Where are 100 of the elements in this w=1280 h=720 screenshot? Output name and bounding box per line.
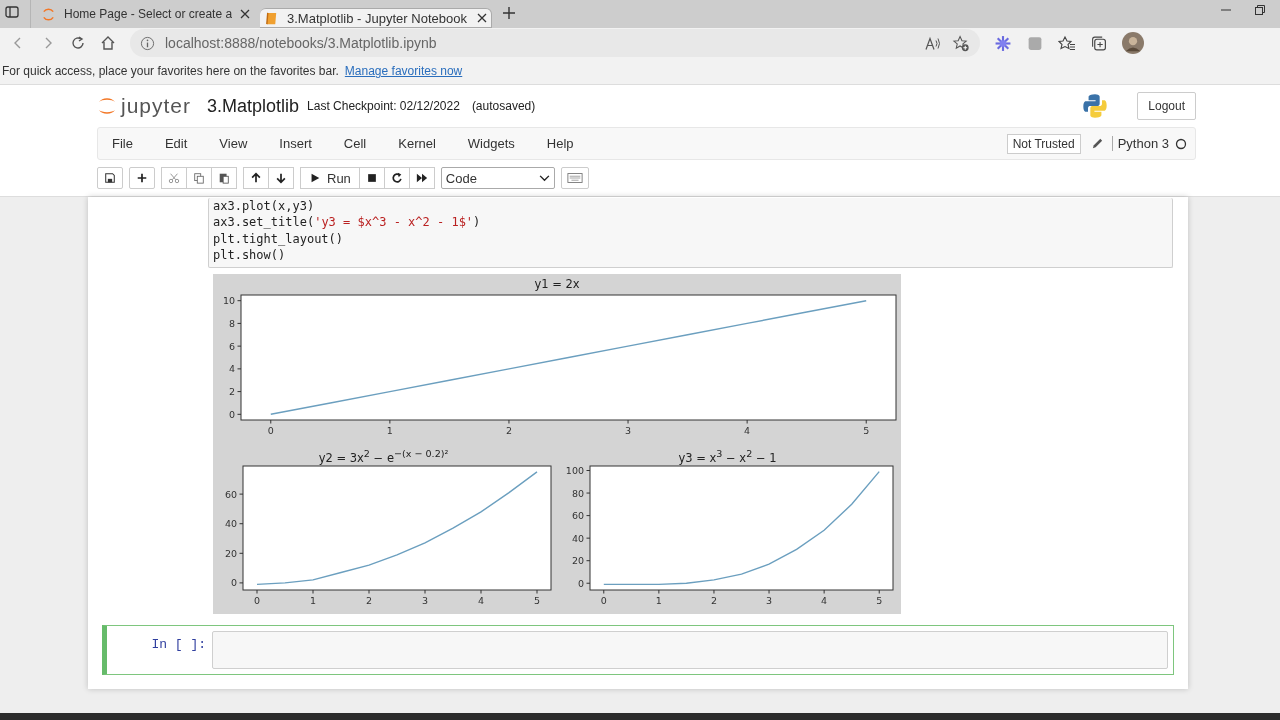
notebook-name[interactable]: 3.Matplotlib [207,95,300,117]
sparkle-icon[interactable] [994,34,1012,52]
tick-label: 3 [765,595,772,607]
clipboard-icon [218,172,230,185]
manage-favorites-link[interactable]: Manage favorites now [344,64,463,79]
collections-icon[interactable] [1090,34,1108,52]
new-tab-icon[interactable] [502,6,516,20]
menu-item[interactable]: View [219,136,248,152]
checkpoint-status: Last Checkpoint: 02/12/2022 [307,99,460,114]
tick-label: 6 [228,340,235,352]
menu-item[interactable]: Kernel [398,136,436,152]
tick-label: 1 [386,425,393,437]
close-icon[interactable] [477,13,487,23]
profile-avatar[interactable] [1122,32,1144,55]
tick-label: 60 [224,488,237,500]
arrow-up-icon [250,172,262,185]
tick-label: 8 [228,318,235,330]
menu-item[interactable]: Insert [279,136,312,152]
tab-actions-icon[interactable] [4,4,20,20]
logout-button[interactable]: Logout [1137,92,1196,121]
kernel-idle-icon [1175,137,1187,150]
menu-item[interactable]: File [112,136,133,152]
paste-button[interactable] [211,167,237,190]
tick-label: 0 [228,409,235,421]
selected-cell[interactable]: In [ ]: [102,625,1174,676]
restart-icon [390,172,403,185]
tick-label: 100 [565,465,584,477]
keyboard-button[interactable] [560,167,589,190]
info-icon [140,35,155,51]
kernel-name: Python 3 [1111,136,1169,152]
tick-label: 5 [863,425,870,437]
arrow-down-icon [275,172,287,185]
tick-label: 1 [655,595,662,607]
input-prompt: In [ ]: [151,637,206,653]
restart-button[interactable] [383,167,410,190]
not-trusted-button[interactable]: Not Trusted [1006,133,1081,154]
save-icon [104,172,116,185]
save-button[interactable] [97,167,123,190]
tick-label: 0 [253,595,260,607]
favorites-icon[interactable] [1058,34,1076,52]
close-icon[interactable] [240,9,250,19]
tick-label: 0 [230,577,237,589]
tick-label: 3 [421,595,428,607]
tick-label: 20 [571,555,584,567]
menu-item[interactable]: Cell [343,136,367,152]
chart-title: y1 = 2x [534,276,580,293]
plus-icon [136,172,148,185]
tick-label: 3 [625,425,632,437]
cell-type-select[interactable]: Code [440,167,555,190]
code-editor[interactable]: ax3.plot(x,y3) ax3.set_title('y3 = $x^3 - x^2 - 1$') plt.tight_layout() plt.show() [208,198,1173,269]
home-icon[interactable] [100,35,116,52]
tick-label: 4 [228,363,235,375]
restore-icon[interactable] [1254,4,1266,16]
cut-button[interactable] [161,167,187,190]
chevron-down-icon [538,174,550,182]
tick-label: 4 [477,595,484,607]
run-button[interactable]: Run [300,167,360,190]
tick-label: 40 [571,532,584,544]
stop-icon [365,172,378,185]
menu-item[interactable]: Help [546,136,574,152]
autosave-status: (autosaved) [471,99,536,114]
tick-label: 10 [222,295,235,307]
add-cell-button[interactable] [129,167,155,190]
fast-forward-icon [415,172,428,185]
tick-label: 4 [744,425,751,437]
tick-label: 0 [577,578,584,590]
favorites-message: For quick access, place your favorites here on the favorites bar. [2,64,339,79]
tick-label: 4 [820,595,827,607]
tick-label: 5 [533,595,540,607]
play-icon [309,172,321,185]
tick-label: 2 [228,386,235,398]
jupyter-logo[interactable]: jupyter [97,94,192,119]
tick-label: 0 [600,595,607,607]
browser-tab[interactable]: 3.Matplotlib - Jupyter Notebook [260,8,492,28]
tick-label: 20 [224,548,237,560]
tick-label: 2 [710,595,717,607]
tick-label: 40 [224,518,237,530]
restart-run-all-button[interactable] [408,167,435,190]
tick-label: 2 [505,425,512,437]
pencil-icon[interactable] [1090,137,1104,151]
move-down-button[interactable] [268,167,294,190]
copy-button[interactable] [186,167,212,190]
spinner-icon [41,6,56,22]
menu-item[interactable]: Edit [164,136,188,152]
add-favorite-icon[interactable] [952,34,970,52]
tick-label: 1 [309,595,316,607]
stop-button[interactable] [358,167,385,190]
chart-title: y3 = x$^{3}$ − x$^{2}$ − 1 [678,447,777,463]
tick-label: 60 [571,510,584,522]
copy-icon [193,172,205,185]
tick-label: 80 [571,487,584,499]
chart-title: y2 = 3x$^{2}$ − e$^{−(x − 0.2)²}$ [318,447,449,463]
refresh-icon[interactable] [70,35,86,52]
scissors-icon [168,172,180,185]
python-logo-icon [1081,92,1110,121]
tick-label: 5 [875,595,882,607]
keyboard-icon [566,172,583,185]
address-bar[interactable]: localhost:8888/notebooks/3.Matplotlib.ipynb [130,29,980,58]
menu-item[interactable]: Widgets [467,136,515,152]
move-up-button[interactable] [243,167,269,190]
